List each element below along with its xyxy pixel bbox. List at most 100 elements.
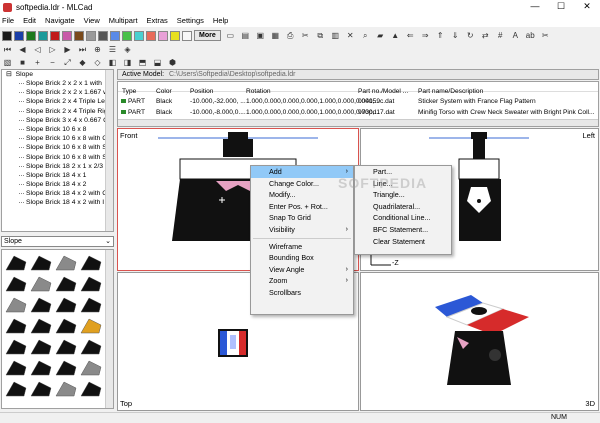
context-menu-item[interactable]: Scrollbars [251, 287, 353, 299]
part-icon[interactable]: ▰ [375, 31, 386, 41]
rotate-icon[interactable]: ↻ [465, 31, 476, 41]
properties-icon[interactable]: ☰ [107, 45, 118, 55]
menu-multipart[interactable]: Multipart [109, 16, 138, 25]
menu-settings[interactable]: Settings [177, 16, 204, 25]
solid-mode-icon[interactable]: ■ [17, 58, 28, 68]
rename-icon[interactable]: ab [525, 31, 536, 41]
maximize-button[interactable]: ☐ [548, 0, 574, 14]
color-swatch[interactable] [2, 30, 12, 41]
tree-item[interactable]: Slope Brick 18 2 x 1 x 2/3 [2, 162, 113, 171]
tree-item[interactable]: Slope Brick 18 4 x 2 [2, 180, 113, 189]
first-step-icon[interactable]: ⏮ [2, 45, 13, 55]
context-menu-item[interactable]: Visibility › [251, 224, 353, 236]
render-icon[interactable]: ◈ [122, 45, 133, 55]
slope-thumbnail[interactable] [30, 360, 52, 376]
color-swatch[interactable] [86, 30, 96, 41]
viewport-3d[interactable]: 3D [360, 272, 599, 411]
col-rotation[interactable]: Rotation [246, 88, 271, 95]
menu-navigate[interactable]: Navigate [45, 16, 75, 25]
view-right-icon[interactable]: ◨ [122, 58, 133, 68]
col-type[interactable]: Type [122, 88, 136, 95]
text-icon[interactable]: A [510, 31, 521, 41]
fit-icon[interactable]: ⤢ [62, 58, 73, 68]
view-back-icon[interactable]: ◇ [92, 58, 103, 68]
col-position[interactable]: Position [190, 88, 213, 95]
slope-thumbnail[interactable] [5, 318, 27, 334]
move-up-icon[interactable]: ⇑ [435, 31, 446, 41]
table-row[interactable]: PART Black -10.000,-8.000,0.... 1.000,0.… [118, 107, 598, 117]
context-menu-item[interactable]: View Angle › [251, 264, 353, 276]
copy-icon[interactable]: ⧉ [315, 31, 326, 41]
add-submenu-item[interactable]: BFC Statement... [355, 224, 451, 236]
part-preview-grid[interactable] [1, 249, 114, 409]
slope-thumbnail[interactable] [80, 276, 102, 292]
next-step-icon[interactable]: ▶ [62, 45, 73, 55]
save-all-icon[interactable]: ▦ [270, 31, 281, 41]
tree-item[interactable]: Slope Brick 3 x 4 x 0.667 C [2, 116, 113, 125]
color-swatch[interactable] [122, 30, 132, 41]
menu-view[interactable]: View [84, 16, 100, 25]
add-submenu-item[interactable]: Quadrilateral... [355, 201, 451, 213]
slope-thumbnail[interactable] [30, 276, 52, 292]
color-swatch[interactable] [38, 30, 48, 41]
move-right-icon[interactable]: ⇒ [420, 31, 431, 41]
table-row[interactable]: PART Black -10.000,-32.000, ... 1.000,0.… [118, 96, 598, 106]
tree-item[interactable]: Slope Brick 2 x 4 Triple Rig [2, 107, 113, 116]
color-swatch[interactable] [146, 30, 156, 41]
move-left-icon[interactable]: ⇐ [405, 31, 416, 41]
context-menu-item[interactable]: Enter Pos. + Rot... [251, 201, 353, 213]
slope-thumbnail[interactable] [30, 297, 52, 313]
tree-expand-icon[interactable]: ⊟ [6, 71, 12, 78]
slope-thumbnail[interactable] [30, 255, 52, 271]
slope-thumbnail[interactable] [30, 318, 52, 334]
slope-thumbnail[interactable] [55, 255, 77, 271]
parts-tree[interactable]: ⊟ Slope Slope Brick 2 x 2 x 1 with Slope … [1, 69, 114, 232]
paste-icon[interactable]: ▥ [330, 31, 341, 41]
model-table[interactable]: Type Color Position Rotation Part no./Mo… [117, 81, 599, 127]
tree-item[interactable]: Slope Brick 10 6 x 8 with G [2, 134, 113, 143]
menu-extras[interactable]: Extras [147, 16, 168, 25]
color-swatch[interactable] [170, 30, 180, 41]
move-down-icon[interactable]: ⇓ [450, 31, 461, 41]
context-menu-item[interactable]: Zoom › [251, 275, 353, 287]
close-button[interactable]: ✕ [574, 0, 600, 14]
add-submenu-item[interactable]: Clear Statement [355, 236, 451, 248]
color-swatch[interactable] [14, 30, 24, 41]
slope-thumbnail[interactable] [5, 255, 27, 271]
tree-item[interactable]: Slope Brick 18 4 x 2 with I [2, 198, 113, 207]
color-swatch[interactable] [158, 30, 168, 41]
slope-thumbnail[interactable] [80, 381, 102, 397]
wireframe-mode-icon[interactable]: ▧ [2, 58, 13, 68]
tree-root-label[interactable]: Slope [16, 71, 33, 78]
view-3d-icon[interactable]: ⬢ [167, 58, 178, 68]
step-icon[interactable]: ▲ [390, 31, 401, 41]
view-top-icon[interactable]: ⬒ [137, 58, 148, 68]
view-front-icon[interactable]: ◆ [77, 58, 88, 68]
color-swatch[interactable] [74, 30, 84, 41]
context-menu-item[interactable]: Snap To Grid [251, 212, 353, 224]
back-icon[interactable]: ◁ [32, 45, 43, 55]
last-step-icon[interactable]: ⏭ [77, 45, 88, 55]
col-part-no[interactable]: Part no./Model ... [358, 88, 408, 95]
minimize-button[interactable]: — [522, 0, 548, 14]
find-icon[interactable]: ⌕ [360, 31, 371, 41]
insert-step-icon[interactable]: ⊕ [92, 45, 103, 55]
print-icon[interactable]: ⎙ [285, 31, 296, 41]
color-swatch[interactable] [50, 30, 60, 41]
context-menu-item[interactable]: Bounding Box [251, 252, 353, 264]
color-swatch[interactable] [110, 30, 120, 41]
mirror-icon[interactable]: ⇄ [480, 31, 491, 41]
col-part-name[interactable]: Part name/Description [418, 88, 483, 95]
slope-thumbnail[interactable] [80, 360, 102, 376]
cut-line-icon[interactable]: ✂ [540, 31, 551, 41]
add-submenu-item[interactable]: Conditional Line... [355, 212, 451, 224]
slope-thumbnail[interactable] [5, 276, 27, 292]
slope-thumbnail[interactable] [80, 255, 102, 271]
slope-thumbnail[interactable] [5, 297, 27, 313]
menu-file[interactable]: File [2, 16, 14, 25]
slope-thumbnail[interactable] [30, 339, 52, 355]
category-select[interactable]: Slope ⌄ [1, 236, 114, 247]
slope-thumbnail[interactable] [55, 276, 77, 292]
new-file-icon[interactable]: ▭ [225, 31, 236, 41]
tree-item[interactable]: Slope Brick 2 x 2 x 1.667 w [2, 88, 113, 97]
